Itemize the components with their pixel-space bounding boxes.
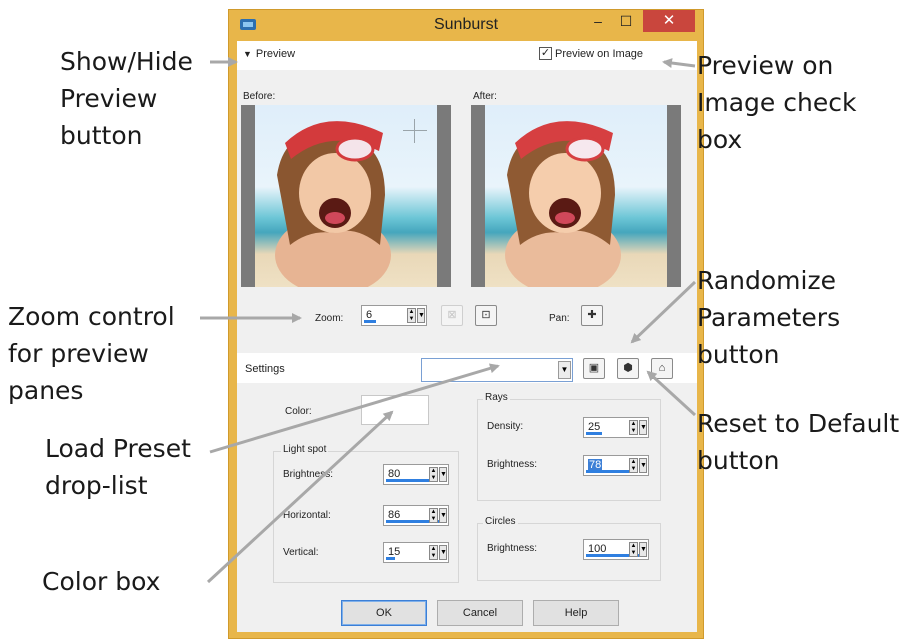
circles-brightness-label: Brightness: xyxy=(487,543,538,554)
callout-show-hide-preview: Show/Hide Preview button xyxy=(60,47,193,150)
zoom-actual-icon: ⊡ xyxy=(481,309,491,321)
settings-label: Settings xyxy=(245,363,285,375)
rays-title: Rays xyxy=(483,392,510,403)
rays-group xyxy=(477,399,661,501)
light-brightness-label: Brightness: xyxy=(283,469,334,480)
preview-on-image-checkbox[interactable]: ✓ Preview on Image xyxy=(539,47,643,60)
save-preset-icon: ▣ xyxy=(588,362,600,374)
dropdown-arrow-icon[interactable]: ▼ xyxy=(439,545,447,560)
zoom-label: Zoom: xyxy=(315,313,344,324)
pan-cross-icon: ✚ xyxy=(587,309,597,321)
callout-randomize: Randomize Parameters button xyxy=(697,266,841,369)
circles-title: Circles xyxy=(483,516,518,527)
after-pane[interactable] xyxy=(471,105,681,287)
spin-arrows-icon[interactable]: ▲ ▼ xyxy=(629,420,638,435)
dropdown-arrow-icon[interactable]: ▼ xyxy=(439,467,447,482)
zoom-level-bar xyxy=(364,320,376,323)
crosshair-icon xyxy=(403,119,427,143)
callout-reset-default: Reset to Default button xyxy=(697,409,900,475)
maximize-button[interactable]: ☐ xyxy=(613,10,639,32)
circles-brightness-spinner[interactable]: 100 ▲ ▼ ▼ xyxy=(583,539,649,560)
zoom-fit-button[interactable]: ⊠ xyxy=(441,305,463,326)
dice-icon: ⬢ xyxy=(623,362,633,374)
chevron-down-icon[interactable]: ▼ xyxy=(558,361,571,379)
vertical-label: Vertical: xyxy=(283,547,319,558)
rays-brightness-label: Brightness: xyxy=(487,459,538,470)
callout-load-preset: Load Preset drop-list xyxy=(45,434,191,500)
pan-label: Pan: xyxy=(549,313,570,324)
zoom-actual-size-button[interactable]: ⊡ xyxy=(475,305,497,326)
pan-button[interactable]: ✚ xyxy=(581,305,603,326)
ok-button[interactable]: OK xyxy=(341,600,427,626)
rays-brightness-bar xyxy=(586,470,634,473)
callout-color-box: Color box xyxy=(42,567,161,596)
after-label: After: xyxy=(473,91,497,102)
checkmark-icon: ✓ xyxy=(539,47,552,60)
triangle-down-icon: ▼ xyxy=(243,49,252,59)
vertical-bar xyxy=(386,557,395,560)
randomize-parameters-button[interactable]: ⬢ xyxy=(617,358,639,379)
save-preset-button[interactable]: ▣ xyxy=(583,358,605,379)
density-bar xyxy=(586,432,602,435)
spin-arrows-icon[interactable]: ▲ ▼ xyxy=(629,458,638,473)
dropdown-arrow-icon[interactable]: ▼ xyxy=(639,458,647,473)
density-label: Density: xyxy=(487,421,524,432)
before-pane[interactable] xyxy=(241,105,451,287)
settings-bar: Settings ▼ ▣ ⬢ ⌂ xyxy=(237,353,697,383)
spin-arrows-icon[interactable]: ▲ ▼ xyxy=(429,545,438,560)
callout-preview-on-image: Preview on Image check box xyxy=(697,51,857,154)
load-preset-droplist[interactable]: ▼ xyxy=(421,358,573,382)
cancel-button[interactable]: Cancel xyxy=(437,600,523,626)
spin-arrows-icon[interactable]: ▲ ▼ xyxy=(407,308,416,323)
title-bar[interactable]: Sunburst – ☐ ✕ xyxy=(229,10,703,40)
after-image xyxy=(485,105,667,287)
color-label: Color: xyxy=(285,406,312,417)
preview-bar: ▼ Preview ✓ Preview on Image xyxy=(237,41,697,70)
dropdown-arrow-icon[interactable]: ▼ xyxy=(639,420,647,435)
callout-zoom-control: Zoom control for preview panes xyxy=(8,302,175,405)
horizontal-spinner[interactable]: 86 ▲ ▼ ▼ xyxy=(383,505,449,526)
dropdown-arrow-icon[interactable]: ▼ xyxy=(417,308,425,323)
horizontal-label: Horizontal: xyxy=(283,510,331,521)
light-brightness-spinner[interactable]: 80 ▲ ▼ ▼ xyxy=(383,464,449,485)
before-label: Before: xyxy=(243,91,276,102)
spin-arrows-icon[interactable]: ▲ ▼ xyxy=(429,467,438,482)
minimize-button[interactable]: – xyxy=(585,10,611,32)
dropdown-arrow-icon[interactable]: ▼ xyxy=(639,542,647,557)
spin-arrows-icon[interactable]: ▲ ▼ xyxy=(429,508,438,523)
reset-to-default-button[interactable]: ⌂ xyxy=(651,358,673,379)
sunburst-dialog: Sunburst – ☐ ✕ ▼ Preview ✓ Preview on Ima… xyxy=(228,9,704,639)
before-image xyxy=(255,105,437,287)
dropdown-arrow-icon[interactable]: ▼ xyxy=(439,508,447,523)
vertical-spinner[interactable]: 15 ▲ ▼ ▼ xyxy=(383,542,449,563)
light-spot-title: Light spot xyxy=(281,444,329,455)
color-box[interactable] xyxy=(361,395,429,425)
density-spinner[interactable]: 25 ▲ ▼ ▼ xyxy=(583,417,649,438)
dialog-client-area: ▼ Preview ✓ Preview on Image Before: Afte… xyxy=(237,41,697,632)
rays-brightness-spinner[interactable]: 78 ▲ ▼ ▼ xyxy=(583,455,649,476)
preview-on-image-label: Preview on Image xyxy=(555,47,644,60)
spin-arrows-icon[interactable]: ▲ ▼ xyxy=(629,542,638,557)
help-button[interactable]: Help xyxy=(533,600,619,626)
zoom-fit-icon: ⊠ xyxy=(447,309,457,321)
close-button[interactable]: ✕ xyxy=(643,10,695,32)
zoom-spinner[interactable]: 6 ▲ ▼ ▼ xyxy=(361,305,427,326)
show-hide-preview-button[interactable]: ▼ Preview xyxy=(243,48,295,60)
preview-toggle-label: Preview xyxy=(255,48,296,60)
reset-default-icon: ⌂ xyxy=(658,362,666,374)
